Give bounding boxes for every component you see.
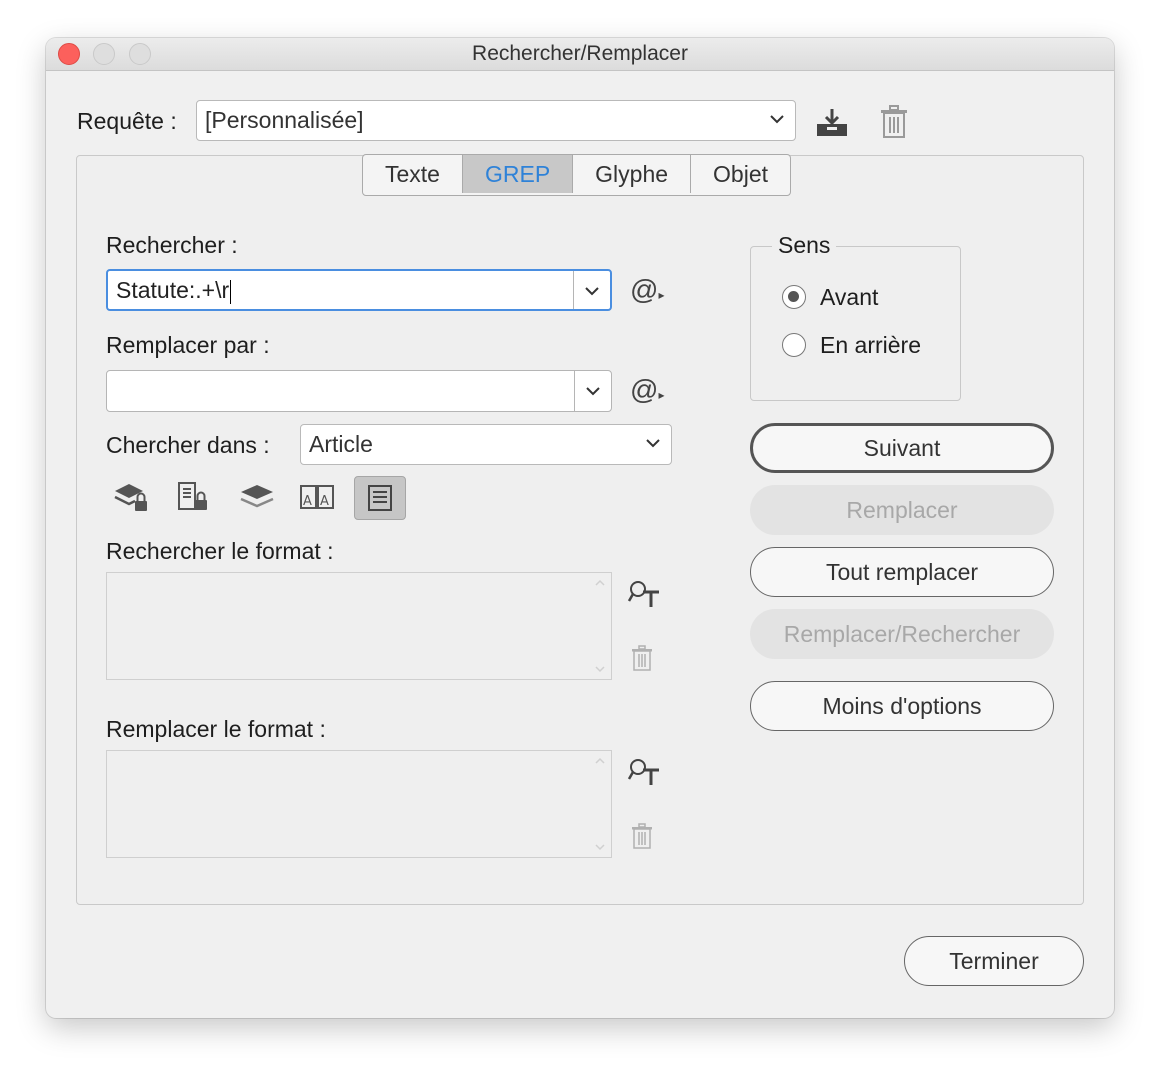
hidden-layers-icon[interactable] (236, 476, 278, 518)
delete-query-icon[interactable] (874, 102, 914, 142)
find-field[interactable]: Statute:.+\r (106, 269, 612, 311)
query-value: [Personnalisée] (205, 107, 364, 133)
replace-find-button[interactable]: Remplacer/Rechercher (750, 609, 1054, 659)
svg-text:A: A (303, 494, 312, 509)
find-label: Rechercher : (106, 232, 238, 258)
search-in-select[interactable]: Article (300, 424, 672, 465)
replace-format-box (106, 750, 612, 858)
master-pages-icon[interactable]: AA (296, 476, 338, 518)
replace-button[interactable]: Remplacer (750, 485, 1054, 535)
replace-format-settings-icon[interactable] (624, 754, 664, 790)
direction-legend: Sens (772, 232, 837, 259)
fewer-options-button[interactable]: Moins d'options (750, 681, 1054, 731)
tab-glyphe[interactable]: Glyphe (573, 155, 692, 193)
replace-format-label: Remplacer le format : (106, 716, 326, 742)
chevron-down-icon (585, 287, 599, 296)
search-in-value: Article (309, 431, 373, 457)
find-format-box (106, 572, 612, 680)
tab-texte[interactable]: Texte (363, 155, 463, 193)
search-mode-tabs: Texte GREP Glyphe Objet (362, 154, 792, 196)
replace-all-button[interactable]: Tout remplacer (750, 547, 1054, 597)
radio-forward[interactable] (782, 285, 806, 309)
tab-objet[interactable]: Objet (691, 155, 790, 193)
locked-stories-icon[interactable] (172, 476, 214, 518)
chevron-down-icon (770, 115, 784, 124)
replace-history-dropdown[interactable] (574, 371, 611, 411)
replace-special-chars-icon[interactable]: @▸ (630, 374, 664, 406)
scroll-up-icon (595, 579, 605, 586)
radio-backward-label[interactable]: En arrière (820, 332, 921, 359)
done-button[interactable]: Terminer (904, 936, 1084, 986)
replace-field[interactable] (106, 370, 612, 412)
find-value: Statute:.+\r (116, 277, 232, 304)
locked-layers-icon[interactable] (110, 476, 152, 518)
search-in-label: Chercher dans : (106, 432, 270, 458)
tab-grep[interactable]: GREP (462, 155, 574, 193)
find-format-settings-icon[interactable] (624, 576, 664, 612)
chevron-down-icon (586, 387, 600, 396)
svg-text:A: A (320, 494, 329, 509)
scroll-up-icon (595, 757, 605, 764)
delete-replace-format-icon[interactable] (626, 820, 658, 852)
delete-find-format-icon[interactable] (626, 642, 658, 674)
save-query-icon[interactable] (812, 102, 852, 142)
next-button[interactable]: Suivant (750, 423, 1054, 473)
radio-forward-label[interactable]: Avant (820, 284, 878, 311)
query-select[interactable]: [Personnalisée] (196, 100, 796, 141)
radio-backward[interactable] (782, 333, 806, 357)
scroll-down-icon (595, 666, 605, 673)
find-replace-window: Rechercher/Remplacer Requête : [Personna… (46, 38, 1114, 1018)
title-bar: Rechercher/Remplacer (46, 38, 1114, 71)
replace-label: Remplacer par : (106, 332, 270, 358)
chevron-down-icon (646, 439, 660, 448)
find-format-label: Rechercher le format : (106, 538, 334, 564)
footnotes-icon[interactable] (354, 476, 406, 520)
find-history-dropdown[interactable] (573, 271, 610, 309)
query-label: Requête : (77, 108, 177, 134)
scroll-down-icon (595, 844, 605, 851)
find-special-chars-icon[interactable]: @▸ (630, 274, 664, 306)
direction-group (750, 246, 961, 401)
window-title: Rechercher/Remplacer (472, 42, 688, 65)
